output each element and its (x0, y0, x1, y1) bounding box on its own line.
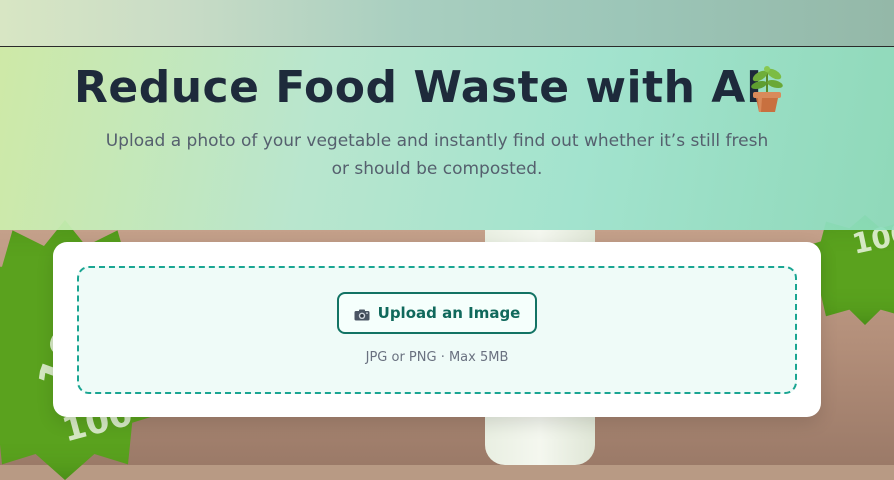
potted-plant-icon (748, 66, 786, 114)
camera-icon (354, 307, 370, 321)
upload-card: Upload an Image JPG or PNG · Max 5MB (53, 242, 821, 417)
upload-image-button[interactable]: Upload an Image (337, 292, 537, 334)
page-title: Reduce Food Waste with AI (74, 62, 763, 113)
page-subtitle: Upload a photo of your vegetable and ins… (105, 131, 769, 179)
background-top-photo (0, 0, 894, 46)
upload-image-button-label: Upload an Image (377, 304, 521, 322)
upload-hint: JPG or PNG · Max 5MB (365, 350, 509, 365)
upload-dropzone[interactable]: Upload an Image JPG or PNG · Max 5MB (77, 266, 797, 394)
